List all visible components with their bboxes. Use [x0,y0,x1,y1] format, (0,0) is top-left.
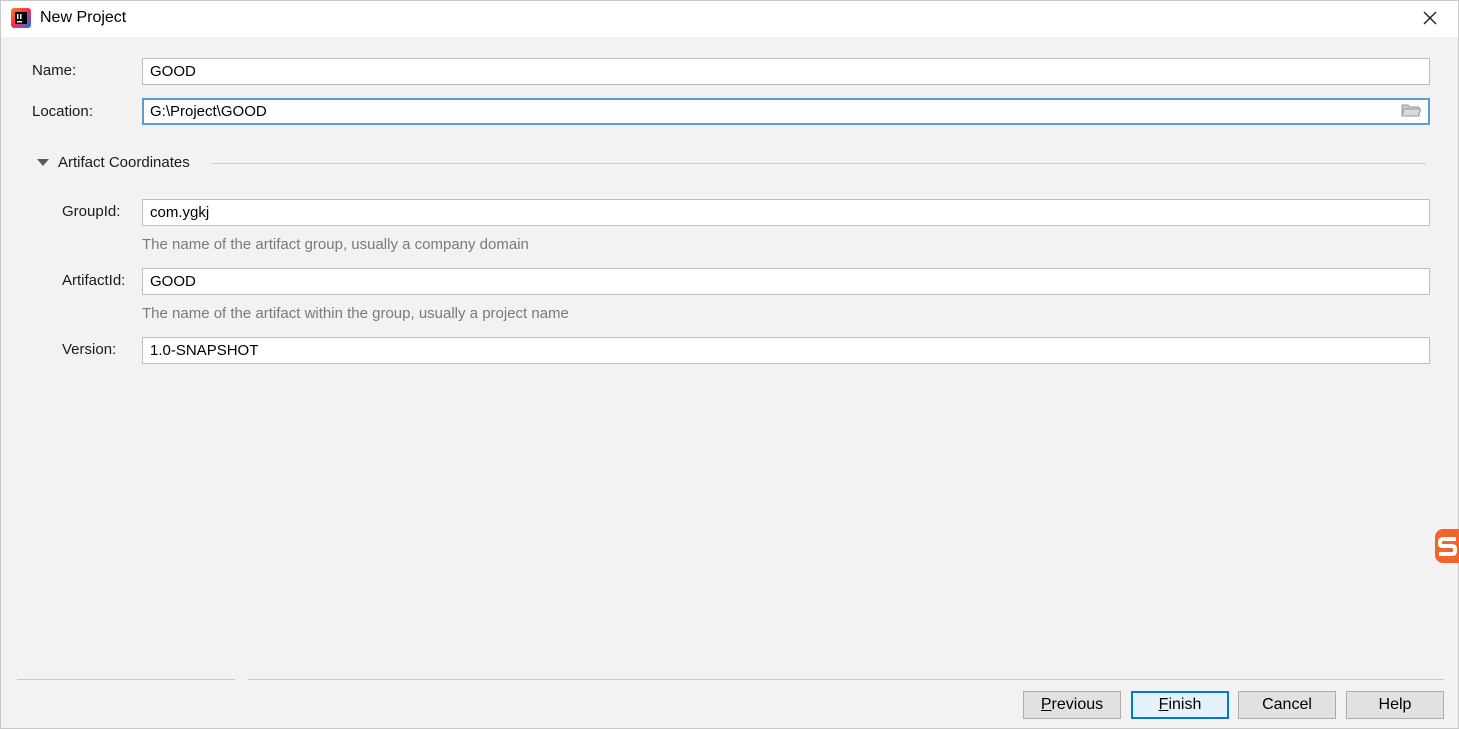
section-title: Artifact Coordinates [58,154,190,171]
name-field[interactable] [142,58,1430,85]
artifactid-hint: The name of the artifact within the grou… [142,305,569,322]
title-bar: New Project [1,1,1458,37]
window-title: New Project [40,9,127,26]
finish-button[interactable]: Finish [1131,691,1229,719]
chevron-down-icon [37,159,49,166]
previous-button[interactable]: Previous [1023,691,1121,719]
version-label: Version: [62,341,117,358]
footer-divider-right [248,679,1444,680]
location-field[interactable] [142,98,1430,125]
footer-divider-left [17,679,235,680]
artifactid-field[interactable] [142,268,1430,295]
help-button[interactable]: Help [1346,691,1444,719]
name-label: Name: [32,62,77,79]
artifactid-label: ArtifactId: [62,272,126,289]
new-project-dialog: New Project Name: Location: Artifact Coo… [0,0,1459,729]
ime-logo-icon[interactable] [1435,529,1459,563]
groupid-field[interactable] [142,199,1430,226]
artifact-coordinates-toggle[interactable]: Artifact Coordinates [37,154,190,171]
version-field[interactable] [142,337,1430,364]
cancel-button[interactable]: Cancel [1238,691,1336,719]
section-divider [212,163,1426,164]
close-icon[interactable] [1418,7,1442,29]
location-label: Location: [32,103,93,120]
groupid-label: GroupId: [62,203,121,220]
groupid-hint: The name of the artifact group, usually … [142,236,529,253]
folder-icon[interactable] [1401,102,1423,120]
intellij-idea-icon [11,8,31,28]
